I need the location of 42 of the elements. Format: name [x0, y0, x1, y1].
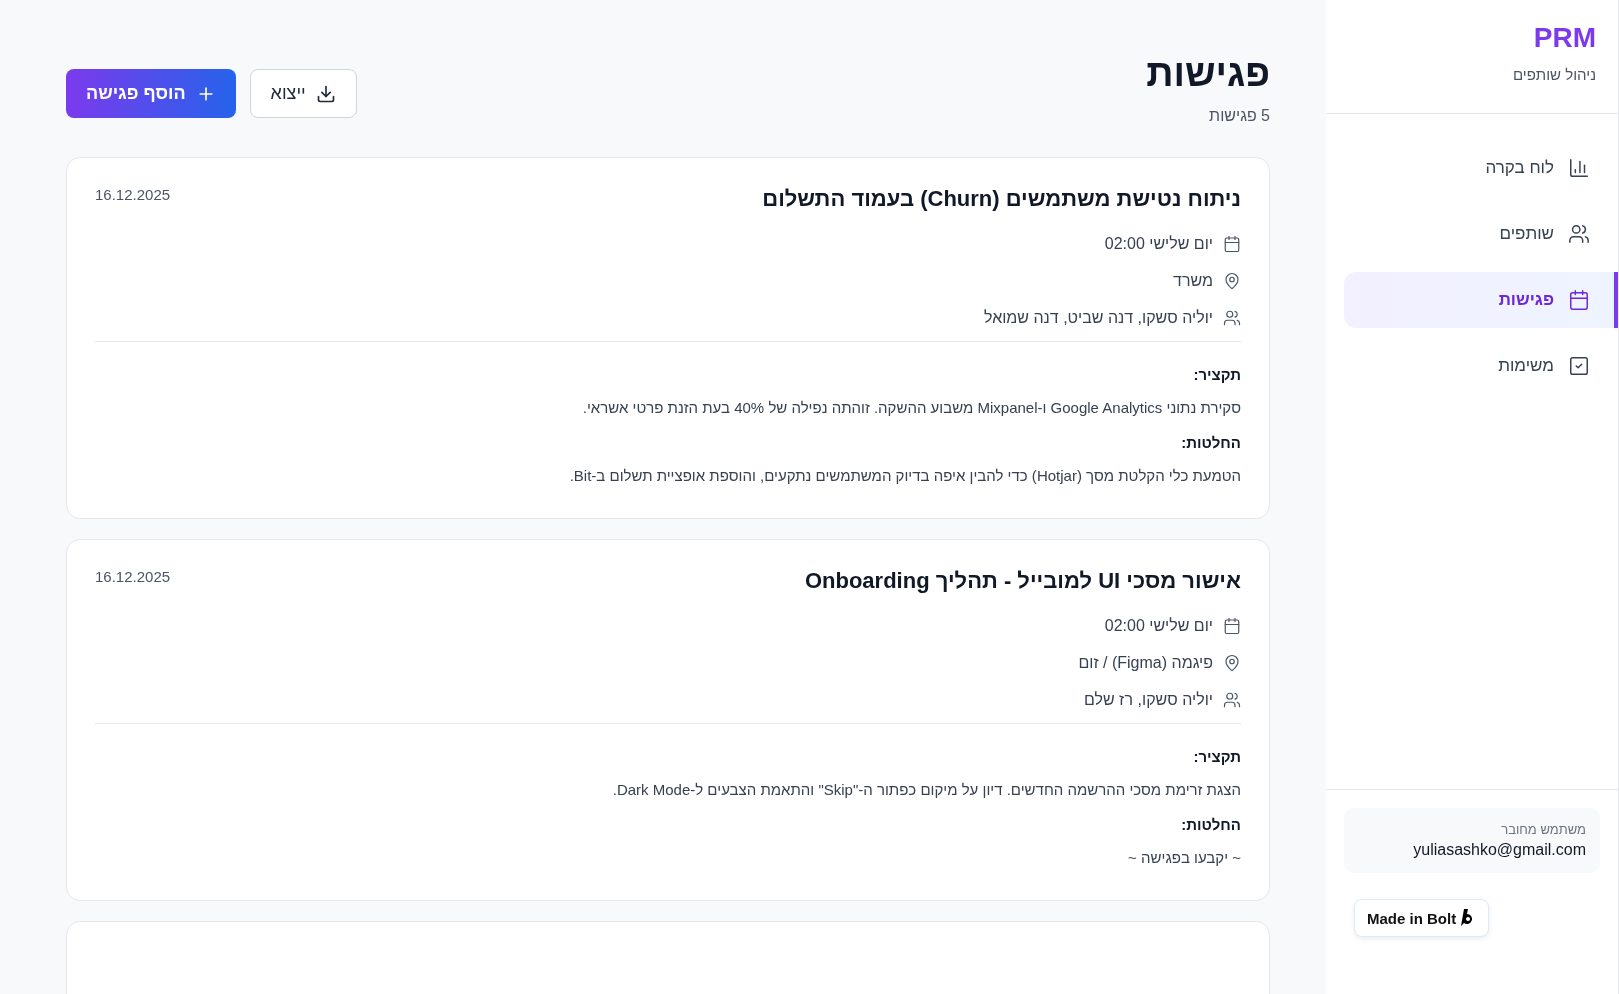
users-icon — [1223, 309, 1241, 327]
nav-item[interactable]: שותפים — [1344, 206, 1618, 262]
meeting-location: פיגמה (Figma) / זום — [1078, 654, 1213, 672]
meeting-date: 16.12.2025 — [95, 568, 171, 585]
decisions-text: ~ יקבעו בפגישה ~ — [1127, 849, 1241, 866]
calendar-icon — [1223, 235, 1241, 253]
summary-label: תקציר: — [1192, 366, 1241, 383]
page-title: פגישות — [1146, 52, 1270, 95]
decisions-label: החלטות: — [1180, 434, 1241, 451]
nav-item[interactable]: פגישות — [1344, 272, 1618, 328]
made-in-bolt-badge[interactable]: Made in Bolt — [1354, 899, 1490, 937]
nav-item[interactable]: משימות — [1344, 338, 1618, 394]
map-pin-icon — [1223, 654, 1241, 672]
meeting-title: ניתוח נטישת משתמשים (Churn) בעמוד התשלום — [762, 186, 1241, 212]
decisions-label: החלטות: — [1180, 816, 1241, 833]
user-email: yuliasashko@gmail.com — [1412, 841, 1586, 859]
meeting-time: יום שלישי 02:00 — [1104, 235, 1213, 253]
meeting-count: 5 פגישות — [1208, 107, 1270, 125]
meeting-participants: יוליה סשקו, רז שלם — [1083, 691, 1213, 709]
meeting-participants: יוליה סשקו, דנה שביט, דנה שמואל — [984, 309, 1213, 327]
users-icon — [1223, 691, 1241, 709]
app-subtitle: ניהול שותפים — [1511, 66, 1596, 83]
meeting-title: אישור מסכי UI למובייל - תהליך Onboarding — [804, 568, 1241, 594]
bar-chart-icon — [1568, 157, 1590, 179]
app-logo: PRM — [1532, 22, 1596, 54]
summary-text: סקירת נתוני Google Analytics ו-Mixpanel משבוע ההשקה. זוהתה נפילה של 40% בעת הזנת פרטי אשראי. — [581, 399, 1241, 416]
map-pin-icon — [1223, 272, 1241, 290]
calendar-icon — [1568, 289, 1590, 311]
checkbox-icon — [1568, 355, 1590, 377]
export-button[interactable]: ייצוא — [249, 69, 357, 118]
meeting-date: 16.12.2025 — [95, 186, 171, 203]
summary-text: הצגת זרימת מסכי ההרשמה החדשים. דיון על מיקום כפתור ה-"Skip" והתאמת הצבעים ל-Dark Mode. — [611, 781, 1241, 798]
meeting-time: יום שלישי 02:00 — [1104, 617, 1213, 635]
users-icon — [1568, 223, 1590, 245]
meeting-location: משרד — [1173, 272, 1213, 290]
user-caption: משתמש מחובר — [1500, 822, 1586, 837]
summary-label: תקציר: — [1192, 748, 1241, 765]
nav-item[interactable]: לוח בקרה — [1344, 140, 1618, 196]
calendar-icon — [1223, 617, 1241, 635]
add-meeting-button[interactable]: הוסף פגישה — [66, 69, 236, 118]
download-icon — [315, 83, 336, 104]
decisions-text: הטמעת כלי הקלטת מסך (Hotjar) כדי להבין איפה בדיוק המשתמשים נתקעים, והוספת אופציית תשלום ב-Bit. — [568, 467, 1241, 484]
